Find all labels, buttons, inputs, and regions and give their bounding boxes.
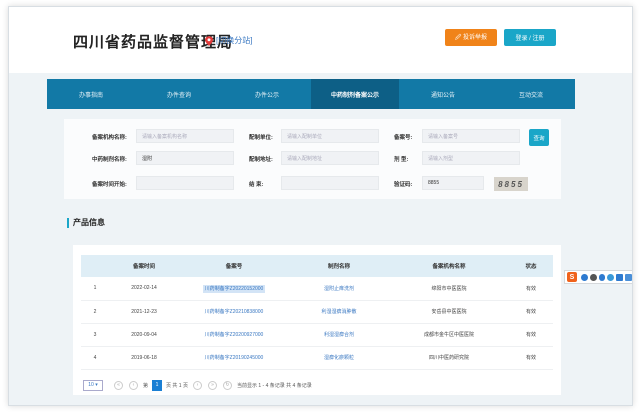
cell-index: 1 [81,277,109,301]
location-pin-icon [205,35,213,46]
complaint-report-button[interactable]: 🖉 投诉举报 [445,29,497,46]
cell-record-no[interactable]: 川药制备字Z20200927000 [179,323,289,347]
switch-site-link[interactable]: [切换分站] [205,35,252,46]
form-label: 剂 型: [394,157,409,163]
end-time-label: 结 束: [249,182,264,188]
nav-item-guide[interactable]: 办事指南 [47,79,135,109]
switch-site-label: [切换分站] [216,36,253,45]
site-header: 四川省药品监督管理局 [切换分站] 🖉 投诉举报 登录 / 注册 [9,7,632,73]
cell-drug-name[interactable]: 利湿湿痹消肿散 [289,300,389,324]
cell-date: 2020-09-04 [109,323,179,347]
org-name-input[interactable]: 请输入备案机构名称 [136,129,234,143]
cell-drug-name[interactable]: 湿痹化瘀颗粒 [289,346,389,370]
ime-skin-icon[interactable] [625,273,632,281]
search-form: 备案机构名称: 请输入备案机构名称 配制单位: 请输入配制单位 备案号: 请输入… [64,119,561,199]
prep-unit-label: 配制单位: [249,135,273,141]
cell-date: 2022-02-14 [109,277,179,301]
drug-name-label: 中药制剂名称: [92,157,127,163]
query-button[interactable]: 查询 [529,129,549,146]
cell-status: 有效 [509,277,553,301]
goto-prefix: 第 [143,382,149,389]
table-row[interactable]: 3 2020-09-04 川药制备字Z20200927000 利湿湿痹合剂 成都… [81,323,553,347]
nav-item-query[interactable]: 办件查询 [135,79,223,109]
nav-item-interaction[interactable]: 互动交流 [487,79,575,109]
record-summary: 当前显示 1 - 4 条记录 共 4 条记录 [236,382,312,389]
cell-index: 4 [81,346,109,370]
ime-logo-icon[interactable]: S [567,272,577,282]
drug-name-input[interactable]: 湿附 [136,151,234,165]
product-info-title: 产品信息 [73,218,105,227]
page-total-text: 页 共 1 页 [166,382,188,389]
form-input[interactable]: 请输入剂型 [422,151,520,165]
cell-status: 有效 [509,323,553,347]
table-row[interactable]: 1 2022-02-14 川药制备字Z20220152000 湿附止痒洗剂 绵阳… [81,277,553,301]
product-table-panel: 备案时间 备案号 制剂名称 备案机构名称 状态 1 2022-02-14 川药制… [73,245,561,395]
current-page-input[interactable]: 1 [152,379,163,391]
nav-item-notice[interactable]: 通知公告 [399,79,487,109]
ime-keyboard-icon[interactable] [616,273,624,281]
table-row[interactable]: 2 2021-12-23 川药制备字Z20210838000 利湿湿痹消肿散 安… [81,300,553,324]
last-page-icon[interactable]: » [207,380,217,390]
prep-addr-input[interactable]: 请输入配制地址 [281,151,379,165]
ime-lang-icon[interactable] [580,273,588,281]
captcha-label: 验证码: [394,182,413,188]
section-marker [67,217,69,228]
product-info-heading: 产品信息 [67,217,105,228]
cell-org-name: 绵阳市中医医院 [389,277,509,301]
next-page-icon[interactable]: › [192,380,202,390]
captcha-input[interactable]: 8855 [422,176,484,190]
ime-emoji-icon[interactable] [598,273,606,281]
prep-unit-input[interactable]: 请输入配制单位 [281,129,379,143]
first-page-icon[interactable]: « [114,380,123,390]
start-time-input[interactable] [136,176,234,190]
cell-status: 有效 [509,346,553,370]
prev-page-icon[interactable]: ‹ [129,380,138,390]
cell-index: 2 [81,300,109,324]
pagination: 10 ▾ « ‹ 第 1 页 共 1 页 › » ↻ 当前显示 1 - 4 条记… [83,379,314,391]
start-time-label: 备案时间开始: [92,182,127,188]
nav-item-tcm-record[interactable]: 中药制剂备案公示 [311,79,399,109]
cell-index: 3 [81,323,109,347]
main-nav: 办事指南 办件查询 办件公示 中药制剂备案公示 通知公告 互动交流 [47,79,575,109]
cell-record-no[interactable]: 川药制备字Z20210838000 [179,300,289,324]
refresh-icon[interactable]: ↻ [222,380,232,390]
ime-mic-icon[interactable] [607,273,615,281]
record-no-input[interactable]: 请输入备案号 [422,129,520,143]
record-no-label: 备案号: [394,135,413,141]
cell-drug-name[interactable]: 湿附止痒洗剂 [289,277,389,301]
captcha-image[interactable]: 8855 [494,177,528,191]
cell-date: 2019-06-18 [109,346,179,370]
col-header-record-no: 备案号 [179,255,289,277]
cell-record-no[interactable]: 川药制备字Z20190245000 [179,346,289,370]
table-header-row: 备案时间 备案号 制剂名称 备案机构名称 状态 [81,255,553,277]
page-frame: 四川省药品监督管理局 [切换分站] 🖉 投诉举报 登录 / 注册 办事指南 办件… [8,6,633,406]
cell-org-name: 安岳县中医医院 [389,300,509,324]
col-header-org-name: 备案机构名称 [389,255,509,277]
login-register-button[interactable]: 登录 / 注册 [504,29,556,46]
cell-drug-name[interactable]: 利湿湿痹合剂 [289,323,389,347]
record-no-link[interactable]: 川药制备字Z20220152000 [202,284,266,293]
col-header-drug-name: 制剂名称 [289,255,389,277]
cell-status: 有效 [509,300,553,324]
col-header-status: 状态 [509,255,553,277]
col-header-index [81,255,109,277]
cell-org-name: 四川中医药研究院 [389,346,509,370]
table-row[interactable]: 4 2019-06-18 川药制备字Z20190245000 湿痹化瘀颗粒 四川… [81,346,553,370]
ime-punct-icon[interactable] [589,273,597,281]
org-label: 备案机构名称: [92,135,127,141]
cell-org-name: 成都市金牛区中医医院 [389,323,509,347]
nav-item-publicity[interactable]: 办件公示 [223,79,311,109]
end-time-input[interactable] [281,176,379,190]
cell-date: 2021-12-23 [109,300,179,324]
page-size-select[interactable]: 10 ▾ [83,379,103,391]
input-method-toolbar[interactable]: S [564,270,632,284]
product-table: 备案时间 备案号 制剂名称 备案机构名称 状态 1 2022-02-14 川药制… [81,255,553,370]
col-header-date: 备案时间 [109,255,179,277]
prep-addr-label: 配制地址: [249,157,273,163]
cell-record-no[interactable]: 川药制备字Z20220152000 [179,277,289,301]
